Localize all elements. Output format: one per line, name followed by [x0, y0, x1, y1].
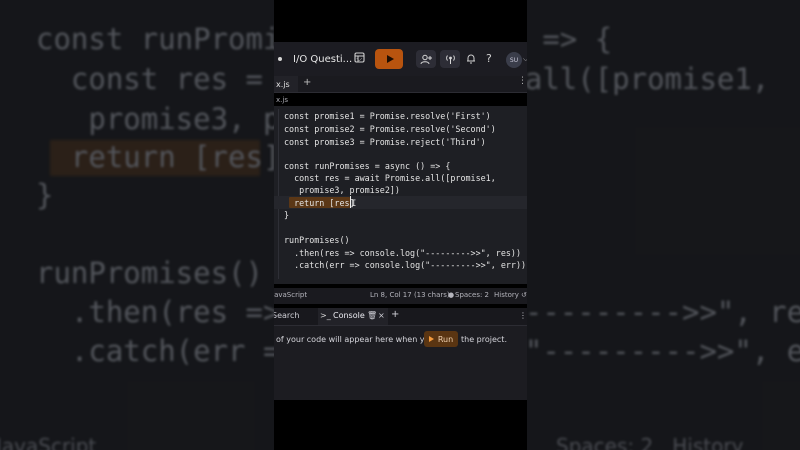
code-line: const promise2 = Promise.resolve('Second… — [284, 124, 496, 134]
panel-tabs: Search >_ Console 🗑 × + ⋮ — [274, 308, 527, 326]
add-user-icon — [420, 54, 432, 64]
terminal-icon: >_ — [320, 311, 331, 320]
indent-guide — [278, 109, 279, 279]
console-output: of your code will appear here when you R… — [274, 326, 527, 400]
code-line: const promise1 = Promise.resolve('First'… — [284, 111, 491, 121]
code-line: } — [284, 210, 290, 220]
phone-screen: I/O Questi... ⌵ ? SU ⌵ x.js + ⋮ x.js con… — [274, 0, 527, 450]
close-icon[interactable]: × — [378, 311, 385, 320]
status-history[interactable]: History — [494, 291, 519, 299]
project-title[interactable]: I/O Questi... — [293, 54, 352, 65]
bell-icon[interactable] — [466, 53, 476, 64]
console-placeholder: of your code will appear here when you — [276, 335, 435, 344]
add-tab-icon[interactable]: + — [391, 309, 399, 320]
tab-search[interactable]: Search — [274, 311, 299, 320]
chevron-down-icon[interactable]: ⌵ — [523, 55, 527, 64]
code-line: const res = await Promise.all([promise1, — [284, 173, 496, 183]
status-language[interactable]: JavaScript — [274, 291, 307, 299]
code-line: promise3, promise2]) — [284, 185, 400, 195]
background-shade-left — [0, 0, 274, 450]
history-icon[interactable]: ↺ — [521, 291, 527, 299]
help-icon[interactable]: ? — [486, 52, 492, 65]
status-cursor-position[interactable]: Ln 8, Col 17 (13 chars) — [370, 291, 450, 299]
code-line: runPromises() — [284, 235, 350, 245]
code-line: return [res] — [284, 198, 355, 208]
antenna-icon — [445, 54, 455, 64]
more-icon[interactable]: ⋮ — [518, 76, 527, 86]
top-bar: I/O Questi... ⌵ ? SU ⌵ — [274, 42, 527, 76]
tab-console[interactable]: Console — [333, 311, 365, 320]
status-spaces[interactable]: Spaces: 2 — [455, 291, 489, 299]
menu-dot-icon[interactable] — [278, 57, 282, 61]
status-bar: JavaScript Ln 8, Col 17 (13 chars) ● Spa… — [274, 288, 527, 304]
code-line: const runPromises = async () => { — [284, 161, 451, 171]
layout-icon[interactable] — [354, 52, 365, 63]
deploy-button[interactable] — [440, 50, 460, 68]
play-icon — [386, 55, 394, 63]
avatar[interactable]: SU — [506, 52, 522, 68]
code-line: .then(res => console.log("--------->>", … — [284, 248, 521, 258]
code-line: .catch(err => console.log("--------->>",… — [284, 260, 527, 270]
breadcrumb: x.js — [276, 96, 288, 104]
inline-run-button[interactable]: Run — [424, 331, 458, 347]
add-user-button[interactable] — [416, 50, 436, 68]
tab-file[interactable]: x.js — [274, 76, 298, 92]
code-line: const promise3 = Promise.reject('Third') — [284, 137, 486, 147]
background-shade-right — [527, 0, 800, 450]
status-dot-icon: ● — [448, 291, 455, 299]
run-button[interactable] — [375, 49, 403, 69]
more-icon[interactable]: ⋮ — [519, 311, 527, 320]
console-placeholder-end: the project. — [461, 335, 507, 344]
run-label: Run — [437, 334, 454, 344]
ibeam-cursor-icon: I — [351, 199, 357, 209]
play-icon — [428, 336, 434, 342]
add-tab-icon[interactable]: + — [303, 77, 311, 88]
trash-icon[interactable]: 🗑 — [367, 311, 377, 320]
file-tabs: x.js + ⋮ — [274, 76, 527, 93]
